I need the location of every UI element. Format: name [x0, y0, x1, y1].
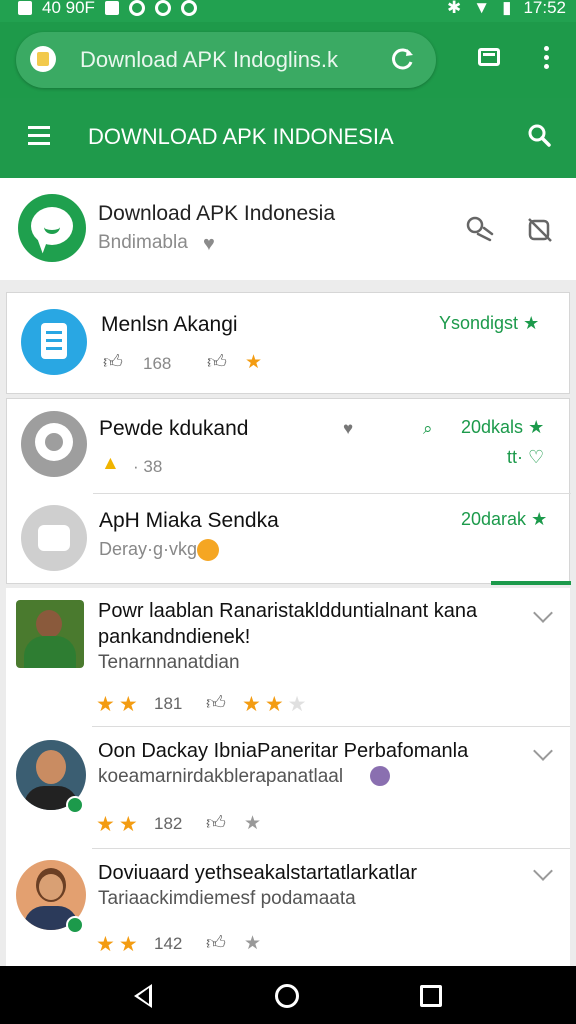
url-text[interactable]: Download APK Indoglins.k — [80, 47, 338, 73]
notification-icon — [104, 1, 119, 15]
notification-icon — [18, 1, 32, 15]
recent-apps-icon[interactable] — [420, 985, 442, 1007]
rating-stars: ★★ — [96, 933, 142, 956]
emoji-icon — [370, 766, 390, 786]
download-badge: 20dkals ★ — [461, 417, 545, 437]
star-icon: ★ — [523, 313, 540, 333]
back-icon[interactable] — [134, 984, 152, 1008]
search-icon[interactable] — [526, 122, 554, 150]
verified-badge-icon — [66, 916, 84, 934]
thumbs-up-icon[interactable]: 👍︎ — [206, 812, 226, 835]
clock: 17:52 — [523, 0, 566, 17]
review-title: Doviuaard yethseakalstartatlarkatlar — [98, 862, 418, 884]
status-left: 40 90F — [18, 0, 197, 18]
star-icon: ★ — [528, 417, 545, 437]
reload-icon[interactable] — [390, 46, 416, 72]
link-icon: ⌕ — [423, 419, 433, 438]
heart-icon[interactable]: ♥ — [203, 233, 215, 256]
chevron-down-icon[interactable] — [533, 861, 553, 881]
app-bar-title: DOWNLOAD APK INDONESIA — [88, 124, 394, 149]
thumbs-up-icon[interactable]: 👍︎ — [207, 351, 227, 374]
star-icon: ★ — [244, 933, 262, 954]
location-icon: ♡ — [528, 447, 545, 467]
menu-icon[interactable] — [28, 126, 50, 146]
status-right: ✱ ▼ ▮ 17:52 — [447, 0, 566, 18]
app-title[interactable]: ApH Miaka Sendka — [99, 509, 279, 533]
site-subtitle: Bndimabla — [98, 232, 188, 253]
site-favicon-icon — [30, 46, 56, 72]
rating-stars: ★★★ — [242, 693, 311, 716]
rating-count: 142 — [154, 934, 183, 953]
notification-icon — [180, 0, 197, 16]
wifi-icon: ▼ — [473, 0, 491, 17]
review-title-line2: pankandndienek! — [98, 626, 251, 648]
rating-count: 182 — [154, 814, 183, 833]
rating-stars: ★★ — [96, 813, 142, 836]
sub-badge: tt· ♡ — [507, 447, 545, 467]
review-title: Oon Dackay IbniaPaneritar Perbafomanla — [98, 740, 469, 762]
app-icon — [21, 505, 87, 571]
share-icon[interactable] — [464, 214, 496, 244]
verified-badge-icon — [66, 796, 84, 814]
address-bar[interactable]: Download APK Indoglins.k — [16, 32, 436, 88]
chevron-down-icon[interactable] — [533, 603, 553, 623]
tab-indicator — [491, 581, 571, 585]
star-icon: ★ — [531, 509, 548, 529]
tabs-icon[interactable] — [478, 48, 500, 66]
app-icon — [21, 309, 87, 375]
app-meta: Deray·g·vkg — [99, 539, 198, 559]
like-count: 168 — [143, 354, 172, 373]
rating-stars: ★★ — [96, 693, 142, 716]
app-card[interactable]: Menlsn Akangi 👍︎ 168 👍︎ ★ Ysondigst ★ — [6, 292, 570, 394]
more-options-icon[interactable] — [538, 44, 554, 74]
bookmark-off-icon[interactable] — [526, 216, 554, 244]
browser-toolbar: Download APK Indoglins.k — [0, 22, 576, 98]
bluetooth-icon: ✱ — [447, 0, 462, 17]
app-icon — [21, 411, 87, 477]
review-item[interactable]: Doviuaard yethseakalstartatlarkatlar Tar… — [6, 850, 570, 966]
notification-icon — [154, 0, 171, 16]
chart-icon: ▲ — [101, 453, 120, 474]
home-icon[interactable] — [275, 984, 299, 1008]
thumbs-up-icon[interactable]: 👍︎ — [206, 932, 226, 955]
avatar — [16, 600, 84, 668]
rating-count: 181 — [154, 694, 183, 713]
app-title[interactable]: Menlsn Akangi — [101, 313, 238, 337]
review-text: koeamarnirdakblerapanatlaal — [98, 766, 344, 787]
star-icon: ★ — [245, 352, 263, 373]
review-title: Powr laablan Ranaristakldduntialnant kan… — [98, 600, 478, 622]
download-badge: Ysondigst ★ — [439, 313, 540, 333]
chevron-down-icon[interactable] — [533, 741, 553, 761]
signal-icon: ▮ — [502, 0, 512, 17]
app-title[interactable]: Pewde kdukand — [99, 417, 248, 441]
system-nav-bar — [0, 966, 576, 1024]
app-meta: · 38 — [133, 457, 163, 476]
review-item[interactable]: Powr laablan Ranaristakldduntialnant kan… — [6, 588, 570, 726]
review-text: Tariaackimdiemesf podamaata — [98, 888, 356, 909]
app-list-card: Pewde kdukand ▲ · 38 ♥ ⌕ 20dkals ★ tt· ♡… — [6, 398, 571, 585]
thumbs-up-icon[interactable]: 👍︎ — [206, 692, 226, 715]
site-title: Download APK Indonesia — [98, 202, 335, 225]
emoji-icon — [197, 539, 219, 561]
heart-icon[interactable]: ♥ — [343, 419, 353, 439]
review-item[interactable]: Oon Dackay IbniaPaneritar Perbafomanla k… — [6, 728, 570, 848]
app-bar: DOWNLOAD APK INDONESIA — [0, 98, 576, 178]
star-icon: ★ — [244, 813, 262, 834]
review-text: Tenarnnanatdian — [98, 652, 240, 673]
notification-icon — [128, 0, 145, 16]
download-badge: 20darak ★ — [461, 509, 548, 529]
thumbs-up-icon[interactable]: 👍︎ — [103, 351, 123, 374]
status-bar: 40 90F ✱ ▼ ▮ 17:52 — [0, 0, 576, 22]
status-text: 40 90F — [42, 0, 95, 17]
site-logo-icon — [18, 194, 86, 262]
